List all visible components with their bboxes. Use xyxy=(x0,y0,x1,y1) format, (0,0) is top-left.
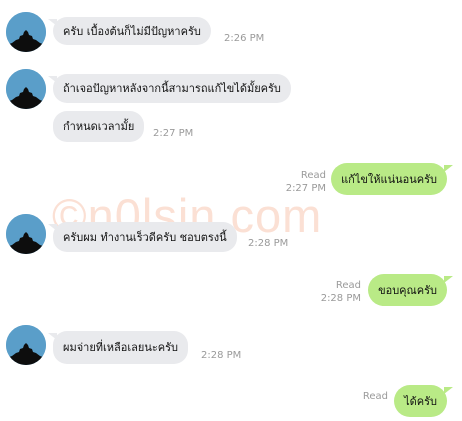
contact-avatar[interactable] xyxy=(6,12,46,52)
message-timestamp: 2:27 PM xyxy=(153,128,194,139)
read-receipt: Read xyxy=(362,391,388,402)
message-bubble-outgoing[interactable]: ขอบคุณครับ xyxy=(368,274,453,306)
message-bubble-incoming[interactable]: ครับ เบื้องต้นก็ไม่มีปัญหาครับ xyxy=(48,17,211,45)
message-text: ได้ครับ xyxy=(404,394,437,408)
message-timestamp: 2:27 PM xyxy=(285,183,326,194)
message-bubble-incoming[interactable]: ครับผม ทำงานเร็วดีครับ ชอบตรงนี้ xyxy=(48,222,237,252)
contact-avatar[interactable] xyxy=(6,325,46,365)
contact-avatar[interactable] xyxy=(6,214,46,254)
message-text: ครับ เบื้องต้นก็ไม่มีปัญหาครับ xyxy=(63,24,201,38)
silhouette-icon xyxy=(6,12,46,52)
message-bubble-incoming[interactable]: ผมจ่ายที่เหลือเลยนะครับ xyxy=(48,331,188,364)
silhouette-icon xyxy=(6,325,46,365)
message-bubble-outgoing[interactable]: แก้ไขให้แน่นอนครับ xyxy=(331,163,453,195)
message-text: ผมจ่ายที่เหลือเลยนะครับ xyxy=(63,341,178,354)
silhouette-icon xyxy=(6,214,46,254)
read-receipt: Read xyxy=(335,280,361,291)
message-text: ครับผม ทำงานเร็วดีครับ ชอบตรงนี้ xyxy=(63,230,227,244)
message-bubble-outgoing[interactable]: ได้ครับ xyxy=(394,385,453,417)
contact-avatar[interactable] xyxy=(6,69,46,109)
message-timestamp: 2:28 PM xyxy=(248,238,289,249)
message-timestamp: 2:26 PM xyxy=(224,33,265,44)
message-timestamp: 2:28 PM xyxy=(201,350,242,361)
message-text: ขอบคุณครับ xyxy=(378,283,437,297)
read-receipt: Read xyxy=(300,170,326,181)
message-text: แก้ไขให้แน่นอนครับ xyxy=(341,172,437,186)
message-text: กำหนดเวลามั้ย xyxy=(63,120,135,133)
message-bubble-incoming[interactable]: ถ้าเจอปัญหาหลังจากนี้สามารถแก้ไขได้มั้ยค… xyxy=(48,74,291,103)
message-timestamp: 2:28 PM xyxy=(320,293,361,304)
message-bubble-incoming[interactable]: กำหนดเวลามั้ย xyxy=(53,111,145,142)
message-text: ถ้าเจอปัญหาหลังจากนี้สามารถแก้ไขได้มั้ยค… xyxy=(63,82,281,95)
silhouette-icon xyxy=(6,69,46,109)
